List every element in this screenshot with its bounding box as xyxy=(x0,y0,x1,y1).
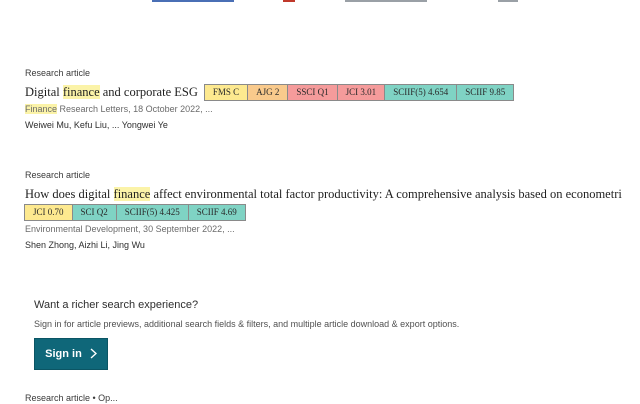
journal-text: Research Letters, 18 October 2022, ... xyxy=(57,104,213,114)
next-result-partial: Research article • Op... xyxy=(25,393,118,403)
rank-badge: SCI Q2 xyxy=(71,204,117,221)
chevron-right-icon xyxy=(90,347,97,362)
title-highlight: finance xyxy=(62,85,100,99)
promo-title: Want a richer search experience? xyxy=(34,299,199,311)
journal-rank-badges: JCI 0.70 SCI Q2 SCIIF(5) 4.425 SCIIF 4.6… xyxy=(24,204,640,221)
sign-in-button[interactable]: Sign in xyxy=(34,338,108,370)
promo-description: Sign in for article previews, additional… xyxy=(34,319,460,329)
authors: Weiwei Mu, Kefu Liu, ... Yongwei Ye xyxy=(25,120,168,130)
title-text: Digital xyxy=(25,85,63,99)
rank-badge: SCIIF(5) 4.654 xyxy=(384,84,458,101)
search-result: Research article How does digital financ… xyxy=(24,170,640,251)
rank-badge: SCIIF(5) 4.425 xyxy=(115,204,189,221)
rank-badge: JCI 0.70 xyxy=(24,204,73,221)
signin-promo: Want a richer search experience? Sign in… xyxy=(34,298,594,370)
top-strip-segment xyxy=(283,0,295,2)
article-title-link[interactable]: How does digital finance affect environm… xyxy=(25,186,622,203)
rank-badge: FMS C xyxy=(203,84,249,101)
journal-source: Finance Research Letters, 18 October 202… xyxy=(25,103,640,115)
article-title-link[interactable]: Digital finance and corporate ESG xyxy=(25,84,198,101)
journal-rank-badges: FMS C AJG 2 SSCI Q1 JCI 3.01 SCIIF(5) 4.… xyxy=(203,84,515,101)
article-title-row: Digital finance and corporate ESG FMS C … xyxy=(25,84,640,101)
title-text: How does digital xyxy=(25,187,114,201)
rank-badge: SCIIF 9.85 xyxy=(456,84,515,101)
rank-badge: JCI 3.01 xyxy=(336,84,386,101)
top-strip-segment xyxy=(498,0,518,2)
title-highlight: finance xyxy=(113,187,151,201)
search-result: Research article Digital finance and cor… xyxy=(25,68,640,131)
journal-source: Environmental Development, 30 September … xyxy=(25,224,235,234)
article-title-row: How does digital finance affect environm… xyxy=(25,186,640,203)
top-strip-segment xyxy=(152,0,234,2)
article-type: Research article xyxy=(25,68,91,78)
rank-badge: AJG 2 xyxy=(247,84,289,101)
title-text: and corporate ESG xyxy=(99,85,198,99)
top-edge-strip xyxy=(0,0,640,2)
sign-in-label: Sign in xyxy=(45,348,82,360)
title-text: affect environmental total factor produc… xyxy=(150,187,622,201)
journal-highlight: Finance xyxy=(25,104,58,114)
authors: Shen Zhong, Aizhi Li, Jing Wu xyxy=(25,240,145,250)
top-strip-segment xyxy=(345,0,427,2)
article-type: Research article xyxy=(25,170,91,180)
rank-badge: SCIIF 4.69 xyxy=(187,204,246,221)
rank-badge: SSCI Q1 xyxy=(287,84,338,101)
